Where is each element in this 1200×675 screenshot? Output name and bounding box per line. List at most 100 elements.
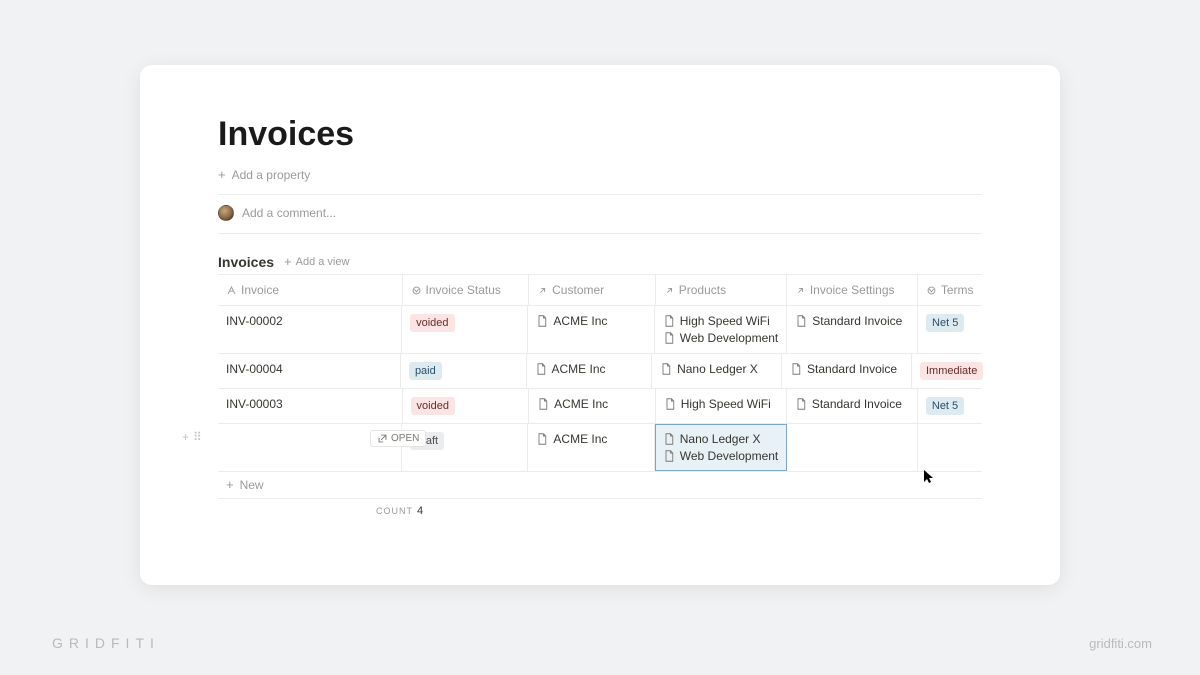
page-ref[interactable]: High Speed WiFi (664, 397, 771, 411)
database-table: Invoice Invoice Status Customer Products… (218, 274, 982, 523)
table-body: INV-00002 voided ACME Inc High Speed WiFi We… (218, 306, 982, 472)
view-title[interactable]: Invoices (218, 254, 274, 270)
add-view-button[interactable]: + Add a view (284, 256, 349, 268)
cell-invoice[interactable]: INV-00003 (218, 389, 403, 423)
page-icon (663, 433, 675, 445)
page-ref[interactable]: Web Development (663, 331, 779, 345)
watermark-right: gridfiti.com (1089, 636, 1152, 651)
page-ref[interactable]: Nano Ledger X (663, 432, 779, 446)
status-tag: voided (411, 397, 455, 415)
cell-terms[interactable]: Net 5 (918, 306, 982, 353)
cell-terms[interactable] (918, 424, 982, 471)
column-header-customer[interactable]: Customer (529, 275, 656, 305)
cell-terms[interactable]: Immediate (912, 354, 982, 388)
relation-icon (795, 285, 806, 296)
column-label: Invoice (241, 283, 279, 297)
drag-handle-icon[interactable]: ⠿ (193, 430, 202, 444)
column-header-products[interactable]: Products (656, 275, 787, 305)
cell-settings[interactable] (787, 424, 918, 471)
add-comment-input[interactable]: Add a comment... (218, 195, 982, 234)
cell-terms[interactable]: Net 5 (918, 389, 982, 423)
app-window: Invoices + Add a property Add a comment.… (140, 65, 1060, 585)
table-row[interactable]: INV-00004 paid ACME Inc Nano Ledger X Standa… (218, 354, 982, 389)
table-row[interactable]: draftACME IncNano Ledger XWeb Developmen… (218, 424, 982, 472)
cell-products[interactable]: High Speed WiFi Web Development (655, 306, 788, 353)
page-ref[interactable]: Web Development (663, 449, 779, 463)
open-row-button[interactable]: OPEN (370, 430, 426, 447)
title-icon (226, 285, 237, 296)
cell-status[interactable]: voided (402, 306, 528, 353)
watermark-left: GRIDFITI (52, 635, 160, 651)
add-comment-placeholder: Add a comment... (242, 206, 336, 220)
plus-icon: + (218, 169, 226, 181)
avatar (218, 205, 234, 221)
count-value: 4 (417, 505, 423, 517)
add-property-button[interactable]: + Add a property (218, 164, 982, 195)
column-header-invoice[interactable]: Invoice (218, 275, 403, 305)
new-row-button[interactable]: + New (218, 472, 982, 499)
terms-tag: Immediate (920, 362, 983, 380)
page-ref[interactable]: ACME Inc (537, 397, 608, 411)
page-ref[interactable]: ACME Inc (535, 362, 606, 376)
cell-invoice[interactable]: INV-00004 (218, 354, 401, 388)
select-icon (411, 285, 422, 296)
cell-customer[interactable]: ACME Inc (527, 354, 653, 388)
table-row[interactable]: INV-00002 voided ACME Inc High Speed WiFi We… (218, 306, 982, 354)
cell-products[interactable]: High Speed WiFi (656, 389, 787, 423)
status-tag: voided (410, 314, 454, 332)
column-header-settings[interactable]: Invoice Settings (787, 275, 918, 305)
page-icon (663, 450, 675, 462)
column-label: Terms (941, 283, 974, 297)
terms-tag: Net 5 (926, 397, 964, 415)
page-ref[interactable]: ACME Inc (536, 314, 607, 328)
column-label: Customer (552, 283, 604, 297)
column-label: Invoice Settings (810, 283, 895, 297)
count-label: COUNT (376, 506, 413, 516)
column-header-terms[interactable]: Terms (918, 275, 982, 305)
table-row[interactable]: INV-00003 voided ACME Inc High Speed WiFi St… (218, 389, 982, 424)
page-title[interactable]: Invoices (218, 115, 982, 154)
select-icon (926, 285, 937, 296)
page-content: Invoices + Add a property Add a comment.… (140, 65, 1060, 543)
row-gutter: +⠿ (182, 430, 202, 444)
cell-invoice[interactable]: INV-00002 (218, 306, 402, 353)
count-summary[interactable]: COUNT 4 (376, 505, 423, 517)
cell-settings[interactable]: Standard Invoice (787, 389, 918, 423)
cursor-icon (924, 470, 935, 487)
status-tag: paid (409, 362, 442, 380)
cell-customer[interactable]: ACME Inc (529, 389, 656, 423)
page-ref[interactable]: ACME Inc (536, 432, 607, 446)
page-icon (790, 363, 802, 375)
page-icon (795, 315, 807, 327)
add-row-icon[interactable]: + (182, 430, 189, 444)
page-icon (660, 363, 672, 375)
page-ref[interactable]: High Speed WiFi (663, 314, 779, 328)
new-row-label: New (240, 478, 264, 492)
cell-status[interactable]: voided (403, 389, 530, 423)
page-ref[interactable]: Standard Invoice (795, 397, 902, 411)
cell-status[interactable]: paid (401, 354, 527, 388)
page-icon (663, 332, 675, 344)
page-icon (795, 398, 807, 410)
cell-customer[interactable]: ACME Inc (528, 424, 654, 471)
cell-products[interactable]: Nano Ledger X (652, 354, 782, 388)
relation-icon (537, 285, 548, 296)
page-icon (536, 315, 548, 327)
page-ref[interactable]: Nano Ledger X (660, 362, 758, 376)
page-ref[interactable]: Standard Invoice (790, 362, 897, 376)
cell-customer[interactable]: ACME Inc (528, 306, 654, 353)
column-header-status[interactable]: Invoice Status (403, 275, 530, 305)
column-label: Products (679, 283, 726, 297)
relation-icon (664, 285, 675, 296)
page-icon (535, 363, 547, 375)
open-icon (377, 433, 388, 444)
page-icon (537, 398, 549, 410)
page-ref[interactable]: Standard Invoice (795, 314, 902, 328)
cell-products[interactable]: Nano Ledger X Web Development (655, 424, 788, 471)
page-icon (536, 433, 548, 445)
cell-settings[interactable]: Standard Invoice (782, 354, 912, 388)
column-label: Invoice Status (426, 283, 501, 297)
table-footer: COUNT 4 (218, 499, 982, 523)
cell-settings[interactable]: Standard Invoice (787, 306, 918, 353)
add-property-label: Add a property (232, 168, 311, 182)
